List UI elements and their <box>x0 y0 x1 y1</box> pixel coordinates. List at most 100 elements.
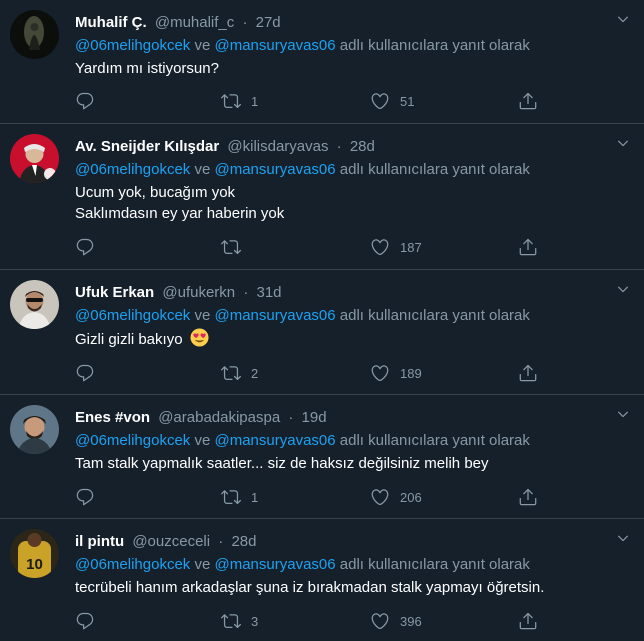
share-icon <box>518 363 538 383</box>
mention-link[interactable]: @06melihgokcek <box>75 307 190 324</box>
avatar[interactable] <box>10 280 59 329</box>
author-name[interactable]: Ufuk Erkan <box>75 284 154 301</box>
retweet-button[interactable]: 1 <box>221 91 258 111</box>
share-button[interactable] <box>518 611 538 631</box>
mention-link[interactable]: @mansuryavas06 <box>214 161 335 178</box>
tweet-card[interactable]: Av. Sneijder Kılışdar @kilisdaryavas · 2… <box>0 124 644 270</box>
like-icon <box>370 237 390 257</box>
like-button[interactable]: 206 <box>370 487 422 507</box>
retweet-icon <box>221 363 241 383</box>
mention-link[interactable]: @mansuryavas06 <box>214 432 335 449</box>
reply-button[interactable] <box>75 91 95 111</box>
retweet-button[interactable]: 1 <box>221 487 258 507</box>
tweet-time[interactable]: 28d <box>350 138 375 155</box>
retweet-button[interactable]: 2 <box>221 363 258 383</box>
mention-link[interactable]: @mansuryavas06 <box>214 307 335 324</box>
share-icon <box>518 487 538 507</box>
share-icon <box>518 91 538 111</box>
tweet-text-line: Saklımdasın ey yar haberin yok <box>75 205 285 222</box>
mention-link[interactable]: @mansuryavas06 <box>214 37 335 54</box>
like-count: 189 <box>400 365 422 381</box>
share-icon <box>518 237 538 257</box>
reply-icon <box>75 237 95 257</box>
avatar[interactable]: 10 <box>10 529 59 578</box>
reply-icon <box>75 91 95 111</box>
author-name[interactable]: Enes #von <box>75 409 150 426</box>
tweet-card[interactable]: Enes #von @arabadakipaspa · 19d @06melih… <box>0 395 644 519</box>
like-button[interactable]: 189 <box>370 363 422 383</box>
svg-text:10: 10 <box>26 556 43 573</box>
author-handle[interactable]: @ouzceceli <box>132 533 210 550</box>
like-icon <box>370 363 390 383</box>
reply-suffix: adlı kullanıcılara yanıt olarak <box>339 307 530 324</box>
share-button[interactable] <box>518 91 538 111</box>
mention-link[interactable]: @mansuryavas06 <box>214 556 335 573</box>
retweet-icon <box>221 611 241 631</box>
action-bar: 3 396 <box>75 611 595 631</box>
reply-button[interactable] <box>75 611 95 631</box>
reply-context: @06melihgokcek ve @mansuryavas06 adlı ku… <box>75 35 632 57</box>
reply-context: @06melihgokcek ve @mansuryavas06 adlı ku… <box>75 430 632 452</box>
action-bar: 2 189 <box>75 363 595 383</box>
caret-down-icon[interactable] <box>616 282 630 296</box>
author-handle[interactable]: @muhalif_c <box>155 14 234 31</box>
author-name[interactable]: Av. Sneijder Kılışdar <box>75 138 219 155</box>
separator-dot: · <box>242 14 248 31</box>
mention-link[interactable]: @06melihgokcek <box>75 161 190 178</box>
tweet-text-line: Ucum yok, bucağım yok <box>75 184 236 201</box>
tweet-time[interactable]: 28d <box>231 533 256 550</box>
heart-eyes-emoji <box>190 328 209 347</box>
tweet-card[interactable]: 10 il pintu @ouzceceli · 28d @06melihgok… <box>0 519 644 641</box>
tweet-text-line: Yardım mı istiyorsun? <box>75 60 219 77</box>
reply-context: @06melihgokcek ve @mansuryavas06 adlı ku… <box>75 305 632 327</box>
caret-down-icon[interactable] <box>616 531 630 545</box>
retweet-button[interactable]: 3 <box>221 611 258 631</box>
share-button[interactable] <box>518 363 538 383</box>
avatar[interactable] <box>10 134 59 183</box>
reply-button[interactable] <box>75 237 95 257</box>
retweet-icon <box>221 237 241 257</box>
tweet-text: tecrübeli hanım arkadaşlar şuna iz bırak… <box>75 577 632 598</box>
retweet-count: 1 <box>251 93 259 109</box>
retweet-count: 3 <box>251 613 259 629</box>
mention-link[interactable]: @06melihgokcek <box>75 556 190 573</box>
caret-down-icon[interactable] <box>616 136 630 150</box>
separator-dot: · <box>288 409 294 426</box>
tweet-card[interactable]: Ufuk Erkan @ufukerkn · 31d @06melihgokce… <box>0 270 644 395</box>
like-button[interactable]: 396 <box>370 611 422 631</box>
tweet-text: Ucum yok, bucağım yok Saklımdasın ey yar… <box>75 182 632 224</box>
tweet-text-line: tecrübeli hanım arkadaşlar şuna iz bırak… <box>75 579 545 596</box>
author-handle[interactable]: @kilisdaryavas <box>227 138 328 155</box>
mention-link[interactable]: @06melihgokcek <box>75 432 190 449</box>
author-name[interactable]: il pintu <box>75 533 124 550</box>
like-button[interactable]: 51 <box>370 91 414 111</box>
reply-button[interactable] <box>75 363 95 383</box>
retweet-icon <box>221 487 241 507</box>
author-name[interactable]: Muhalif Ç. <box>75 14 147 31</box>
tweet-time[interactable]: 31d <box>256 284 281 301</box>
tweet-time[interactable]: 19d <box>302 409 327 426</box>
tweet-text: Tam stalk yapmalık saatler... siz de hak… <box>75 453 632 474</box>
tweet-time[interactable]: 27d <box>256 14 281 31</box>
share-button[interactable] <box>518 237 538 257</box>
caret-down-icon[interactable] <box>616 407 630 421</box>
reply-connector: ve <box>194 307 211 324</box>
avatar[interactable] <box>10 10 59 59</box>
author-handle[interactable]: @arabadakipaspa <box>158 409 280 426</box>
tweet-text: Yardım mı istiyorsun? <box>75 58 632 79</box>
caret-down-icon[interactable] <box>616 12 630 26</box>
reply-suffix: adlı kullanıcılara yanıt olarak <box>339 37 530 54</box>
share-button[interactable] <box>518 487 538 507</box>
avatar[interactable] <box>10 405 59 454</box>
tweet-card[interactable]: Muhalif Ç. @muhalif_c · 27d @06melihgokc… <box>0 0 644 124</box>
action-bar: 1 51 <box>75 91 595 111</box>
reply-connector: ve <box>194 161 211 178</box>
like-button[interactable]: 187 <box>370 237 422 257</box>
reply-button[interactable] <box>75 487 95 507</box>
retweet-button[interactable] <box>221 237 251 257</box>
share-icon <box>518 611 538 631</box>
like-count: 51 <box>400 93 415 109</box>
author-handle[interactable]: @ufukerkn <box>162 284 235 301</box>
retweet-count: 1 <box>251 489 259 505</box>
mention-link[interactable]: @06melihgokcek <box>75 37 190 54</box>
